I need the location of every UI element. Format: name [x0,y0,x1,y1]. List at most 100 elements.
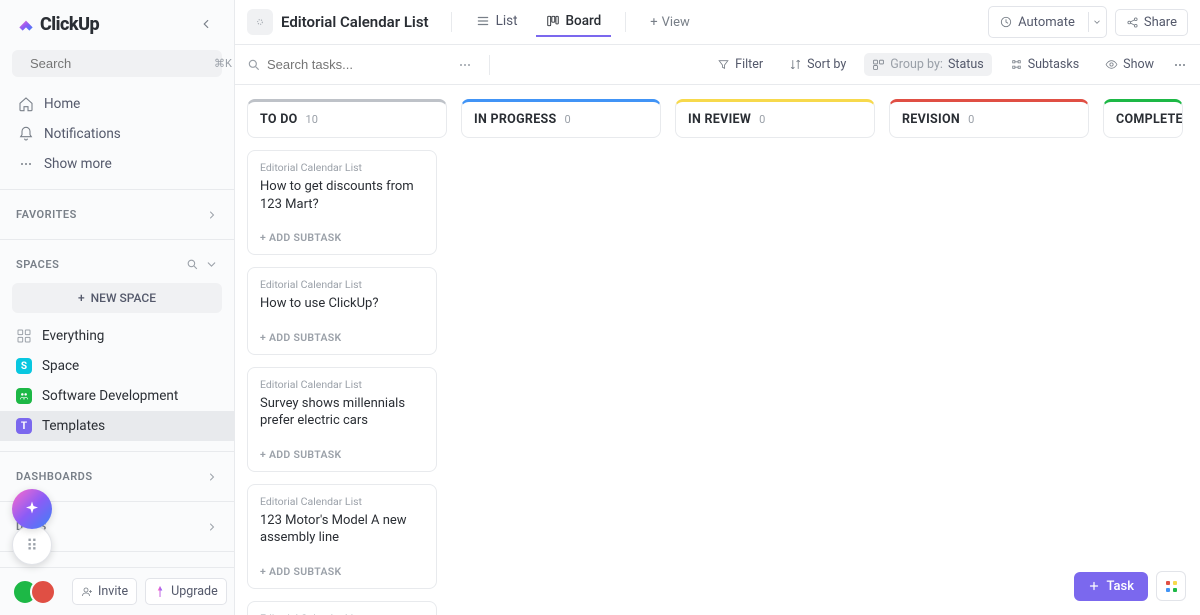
chevron-down-icon[interactable] [205,258,218,271]
spaces-label: SPACES [16,258,59,271]
column-header[interactable]: IN REVIEW 0 [675,99,875,138]
space-space[interactable]: S Space [0,351,234,381]
group-by-button[interactable]: Group by: Status [864,53,991,76]
new-space-button[interactable]: + NEW SPACE [12,283,222,313]
add-subtask-button[interactable]: + ADD SUBTASK [260,231,424,244]
plus-icon [1088,580,1100,592]
automate-icon [999,15,1013,29]
column-in-progress: IN PROGRESS 0 [461,99,661,138]
search-tasks-input[interactable] [267,57,407,72]
user-plus-icon [81,586,93,598]
card-title: How to use ClickUp? [260,295,424,313]
task-card[interactable]: Editorial Calendar List Survey shows mil… [247,367,437,472]
logo-text: ClickUp [40,14,99,35]
grid-icon [16,328,32,344]
main: Editorial Calendar List List Board + Vie… [235,0,1200,615]
nav-notifications[interactable]: Notifications [8,119,226,149]
upgrade-button[interactable]: Upgrade [145,578,227,605]
ai-fab[interactable] [12,489,52,529]
automate-label: Automate [1018,15,1083,30]
chevron-right-icon [206,471,218,483]
add-view-button[interactable]: + View [640,9,700,36]
tab-list-label: List [496,13,518,29]
more-icon [18,156,34,172]
space-templates[interactable]: T Templates [0,411,234,441]
invite-label: Invite [98,584,128,599]
add-subtask-button[interactable]: + ADD SUBTASK [260,565,424,578]
task-card[interactable]: Editorial Calendar List 123 Motor's Mode… [247,484,437,589]
search-input[interactable] [30,56,206,71]
sidebar: ClickUp ⌘K Home Notifications [0,0,235,615]
sort-button[interactable]: Sort by [781,53,854,76]
collapse-sidebar-button[interactable] [194,12,218,36]
board-view-icon [546,14,560,28]
list-icon[interactable] [247,9,273,35]
subtasks-label: Subtasks [1028,57,1079,72]
bell-icon [18,126,34,142]
dashboards-header[interactable]: DASHBOARDS [0,462,234,491]
nav-show-more[interactable]: Show more [8,149,226,179]
favorites-header[interactable]: FAVORITES [0,200,234,229]
drag-icon: ⠿ [26,536,38,555]
column-count: 0 [565,113,571,126]
automate-dropdown[interactable] [1088,12,1106,32]
add-view-label: View [662,15,690,30]
share-label: Share [1144,15,1177,30]
column-name: REVISION [902,112,960,127]
board: TO DO 10 Editorial Calendar List How to … [235,85,1200,615]
space-software-dev[interactable]: Software Development [0,381,234,411]
show-label: Show [1123,57,1154,72]
subtasks-button[interactable]: Subtasks [1002,53,1087,76]
topbar: Editorial Calendar List List Board + Vie… [235,0,1200,45]
show-button[interactable]: Show [1097,53,1162,76]
page-title[interactable]: Editorial Calendar List [281,13,429,31]
more-horizontal-icon[interactable] [1172,57,1188,73]
nav-notifications-label: Notifications [44,126,121,142]
column-header[interactable]: IN PROGRESS 0 [461,99,661,138]
new-space-label: NEW SPACE [91,291,156,305]
more-horizontal-icon[interactable] [457,57,473,73]
chevron-left-icon [199,17,213,31]
task-card[interactable]: Editorial Calendar List How to get disco… [247,150,437,255]
new-task-button[interactable]: Task [1074,572,1148,601]
add-subtask-button[interactable]: + ADD SUBTASK [260,448,424,461]
group-label: Group by: [890,57,943,72]
space-label: Everything [42,328,104,344]
automate-button[interactable]: Automate [988,6,1107,38]
card-crumb: Editorial Calendar List [260,495,424,508]
chevron-right-icon [206,521,218,533]
task-card[interactable]: Editorial Calendar List How to use Click… [247,267,437,355]
tab-list[interactable]: List [466,7,528,37]
column-header[interactable]: TO DO 10 [247,99,447,138]
filter-button[interactable]: Filter [709,53,771,76]
invite-button[interactable]: Invite [72,578,137,605]
nav-show-more-label: Show more [44,156,112,172]
space-label: Space [42,358,79,374]
sidebar-search[interactable]: ⌘K [12,50,222,77]
clickup-logo-icon [16,14,36,34]
divider [625,12,626,32]
nav-home-label: Home [44,96,80,112]
sort-label: Sort by [807,57,846,72]
avatar-stack[interactable] [12,579,56,605]
share-button[interactable]: Share [1115,9,1188,36]
column-count: 0 [759,113,765,126]
column-name: COMPLETE [1116,112,1183,127]
column-header[interactable]: COMPLETE [1103,99,1183,138]
apps-button[interactable] [1156,571,1186,601]
column-todo: TO DO 10 Editorial Calendar List How to … [247,99,447,615]
task-card[interactable]: Editorial Calendar List Discover ABC Bea… [247,601,437,615]
column-header[interactable]: REVISION 0 [889,99,1089,138]
tab-board[interactable]: Board [536,7,612,37]
filter-label: Filter [735,57,763,72]
nav-home[interactable]: Home [8,89,226,119]
drag-fab[interactable]: ⠿ [12,525,52,565]
logo[interactable]: ClickUp [16,14,99,35]
add-subtask-button[interactable]: + ADD SUBTASK [260,331,424,344]
space-everything[interactable]: Everything [0,321,234,351]
spaces-header[interactable]: SPACES [0,250,234,279]
filter-icon [717,58,730,71]
search-shortcut: ⌘K [214,57,232,70]
search-tasks[interactable] [247,57,407,72]
search-icon[interactable] [186,258,199,271]
